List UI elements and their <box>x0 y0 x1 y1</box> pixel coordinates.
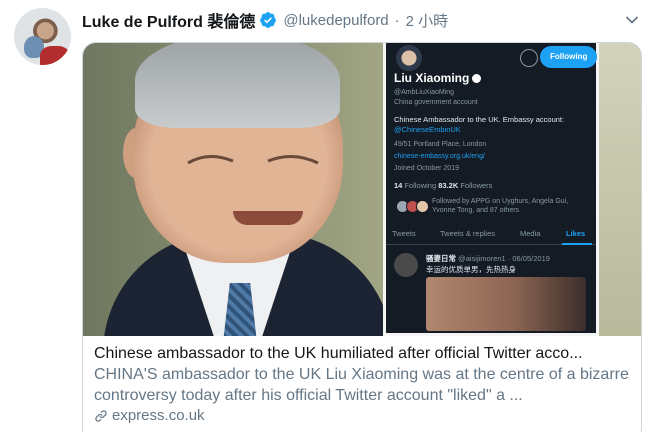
following-button: Following <box>540 46 598 68</box>
following-label: Following <box>404 181 437 190</box>
avatar-shirt <box>40 46 70 65</box>
following-count: 14 <box>394 181 403 190</box>
verified-icon <box>260 12 277 28</box>
tab-likes: Likes <box>566 229 586 238</box>
card-domain-text: express.co.uk <box>112 407 205 424</box>
author-name[interactable]: Luke de Pulford 裴倫德 <box>82 8 255 32</box>
chevron-down-icon[interactable] <box>624 12 640 28</box>
active-tab-indicator <box>562 243 592 245</box>
link-icon <box>95 410 107 422</box>
author-handle[interactable]: @lukedepulford <box>283 12 388 29</box>
profile-verified-icon <box>472 74 482 84</box>
followers-count: 83.2K <box>438 181 459 190</box>
ambassador-photo <box>83 43 413 336</box>
card-text-block[interactable]: Chinese ambassador to the UK humiliated … <box>83 336 641 426</box>
profile-name-text: Liu Xiaoming <box>394 71 470 85</box>
followed-by-line1: Followed by APPG on Uyghurs, Angela Gui, <box>432 198 569 205</box>
photo-mouth <box>233 211 303 225</box>
liked-post-image <box>426 277 586 331</box>
profile-account-type: China government account <box>394 99 478 106</box>
followed-by-line2: Yvonne Tong, and 87 others <box>432 207 520 214</box>
follower-avatar <box>416 200 429 213</box>
tab-tweets: Tweets <box>392 229 416 238</box>
liked-post-text: 幸运的优质单男，先热热身 <box>426 265 516 274</box>
card-image: Following Liu Xiaoming @AmbLiuXiaoMing C… <box>83 43 641 336</box>
tweet-timestamp[interactable]: 2 小時 <box>406 10 449 31</box>
tweet-header: Luke de Pulford 裴倫德 @lukedepulford · 2 小… <box>82 8 448 32</box>
profile-website: chinese-embassy.org.uk/eng/ <box>394 153 485 160</box>
card-title[interactable]: Chinese ambassador to the UK humiliated … <box>94 343 631 364</box>
followers-label: Followers <box>460 181 493 190</box>
photo-hair <box>135 43 340 128</box>
profile-avatar <box>396 45 422 71</box>
profile-tabs: Tweets Tweets & replies Media Likes <box>386 225 596 245</box>
header-separator: · <box>394 11 400 29</box>
liked-post-user: 骚妻日常 <box>426 254 456 263</box>
card-description[interactable]: CHINA'S ambassador to the UK Liu Xiaomin… <box>94 364 631 406</box>
tab-tweets-replies: Tweets & replies <box>440 229 496 238</box>
profile-handle: @AmbLiuXiaoMing <box>394 89 455 96</box>
liked-post-header: 骚妻日常 @aisijimoren1 · 06/05/2019 <box>426 253 550 264</box>
profile-joined: Joined October 2019 <box>394 165 459 172</box>
photo-eyes <box>187 155 319 165</box>
twitter-profile-screenshot: Following Liu Xiaoming @AmbLiuXiaoMing C… <box>383 43 599 336</box>
profile-bio-link: @ChineseEmbinUK <box>394 125 461 134</box>
profile-counts: 14 Following 83.2K Followers <box>394 181 492 190</box>
liked-post-avatar <box>394 253 418 277</box>
author-avatar[interactable] <box>14 8 71 65</box>
liked-post-handle-date: @aisijimoren1 · 06/05/2019 <box>458 254 550 263</box>
card-domain[interactable]: express.co.uk <box>94 406 631 426</box>
profile-location: 49/51 Portland Place, London <box>394 141 487 148</box>
profile-bio: Chinese Ambassador to the UK. Embassy ac… <box>394 115 565 124</box>
notification-bell-icon <box>520 49 538 67</box>
tab-media: Media <box>520 229 541 238</box>
link-preview-card[interactable]: Following Liu Xiaoming @AmbLiuXiaoMing C… <box>82 42 642 432</box>
profile-name: Liu Xiaoming <box>394 71 482 85</box>
